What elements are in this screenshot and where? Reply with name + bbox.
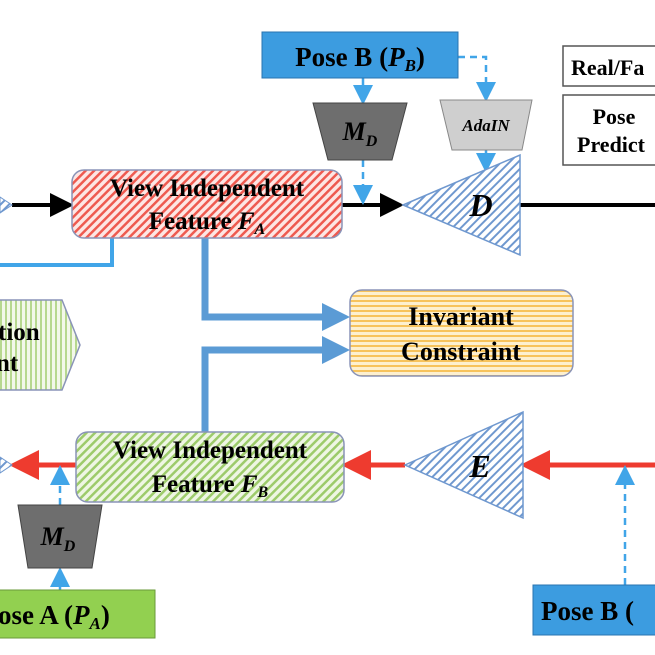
- real-fake-box: Real/Fa: [562, 45, 655, 87]
- svg-text:Predict: Predict: [577, 132, 646, 157]
- svg-text:AdaIN: AdaIN: [461, 116, 510, 135]
- svg-text:Real/Fa: Real/Fa: [571, 55, 644, 80]
- svg-text:Pose: Pose: [593, 104, 636, 129]
- pose-b-bottom-box: Pose B (: [532, 584, 655, 636]
- md-bottom-trapezoid: MD: [17, 504, 103, 569]
- pose-a-box: ose A (PA): [0, 589, 156, 639]
- svg-text:Feature FB: Feature FB: [152, 471, 269, 501]
- svg-text:Invariant: Invariant: [408, 302, 514, 331]
- svg-text:tion: tion: [0, 319, 40, 346]
- svg-text:nt: nt: [0, 350, 19, 377]
- md-top-trapezoid: MD: [312, 102, 408, 161]
- adain-trapezoid: AdaIN: [439, 99, 533, 151]
- svg-text:E: E: [468, 448, 490, 484]
- pose-b-top-box: Pose B (PB): [261, 31, 459, 79]
- pose-prediction-box: Pose Predict: [562, 94, 655, 166]
- discriminator-triangle: D: [401, 153, 521, 257]
- encoder-triangle: E: [403, 410, 524, 520]
- svg-text:View Independent: View Independent: [113, 437, 308, 464]
- svg-text:Pose B (: Pose B (: [541, 596, 634, 626]
- diagram: Pose B (PB) MD AdaIN Real/Fa Pose Predic…: [0, 31, 655, 639]
- svg-text:D: D: [468, 187, 492, 223]
- feature-a-box: View Independent Feature FA: [71, 169, 343, 239]
- left-hexagon-block: tion nt: [0, 299, 81, 391]
- invariant-constraint-box: Invariant Constraint: [349, 289, 574, 377]
- svg-text:View Independent: View Independent: [110, 175, 305, 202]
- svg-text:Constraint: Constraint: [401, 337, 521, 366]
- svg-text:Feature FA: Feature FA: [149, 208, 266, 238]
- feature-b-box: View Independent Feature FB: [75, 431, 345, 503]
